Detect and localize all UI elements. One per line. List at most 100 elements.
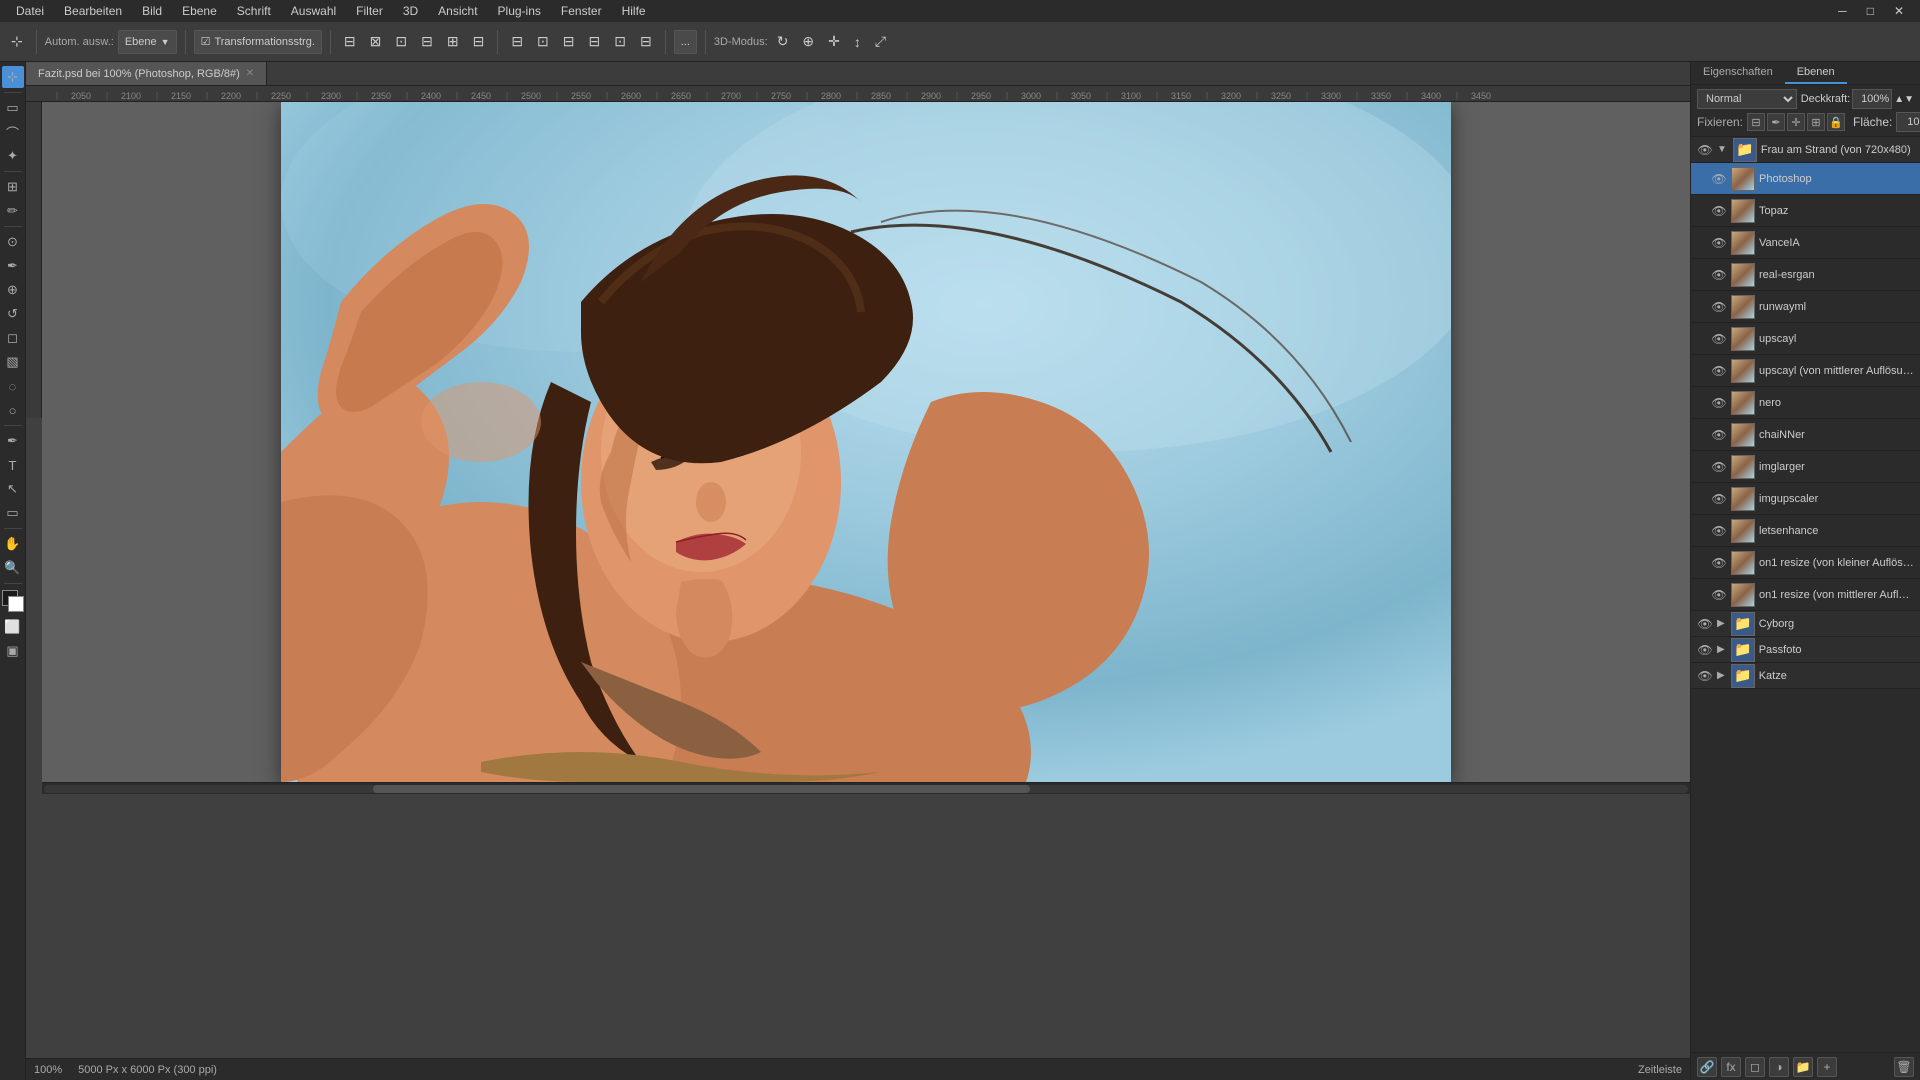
layer-eye-letsenhance[interactable]: 👁 (1711, 523, 1727, 539)
layer-group-frau[interactable]: 👁 ▼ 📁 Frau am Strand (von 720x480) (1691, 137, 1920, 163)
gradient-tool[interactable]: ▧ (2, 351, 24, 373)
layer-eye-runwayml[interactable]: 👁 (1711, 299, 1727, 315)
3d-scale-btn[interactable]: ⤢ (870, 28, 891, 56)
layer-eye-topaz[interactable]: 👁 (1711, 203, 1727, 219)
timeline-label[interactable]: Zeitleiste (1638, 1064, 1682, 1076)
layer-group-cyborg[interactable]: 👁 ▶ 📁 Cyborg (1691, 611, 1920, 637)
layer-group-passfoto[interactable]: 👁 ▶ 📁 Passfoto (1691, 637, 1920, 663)
foreground-color[interactable] (2, 590, 24, 612)
layer-eye-esrgan[interactable]: 👁 (1711, 267, 1727, 283)
layer-runwayml[interactable]: 👁 runwayml (1691, 291, 1920, 323)
3d-roll-btn[interactable]: ⊕ (797, 28, 819, 56)
menu-datei[interactable]: Datei (8, 2, 52, 20)
distribute-center-v-btn[interactable]: ⊡ (609, 28, 631, 56)
window-minimize[interactable]: ─ (1830, 2, 1855, 20)
menu-ansicht[interactable]: Ansicht (430, 2, 485, 20)
auto-select-dropdown[interactable]: Ebene ▼ (118, 30, 177, 54)
clone-tool[interactable]: ⊕ (2, 279, 24, 301)
lock-artboard-btn[interactable]: ⊞ (1807, 113, 1825, 131)
layer-eye-on1-k[interactable]: 👁 (1711, 555, 1727, 571)
layer-imglarger[interactable]: 👁 imglarger (1691, 451, 1920, 483)
layer-eye-imgupscaler[interactable]: 👁 (1711, 491, 1727, 507)
layer-eye-katze[interactable]: 👁 (1697, 668, 1713, 684)
canvas-viewport[interactable] (42, 102, 1690, 794)
add-adjustment-btn[interactable]: ◑ (1769, 1057, 1789, 1077)
lock-position-btn[interactable]: ✛ (1787, 113, 1805, 131)
menu-fenster[interactable]: Fenster (553, 2, 610, 20)
layer-photoshop[interactable]: 👁 Photoshop (1691, 163, 1920, 195)
opacity-input[interactable] (1852, 89, 1892, 109)
distribute-top-btn[interactable]: ⊟ (584, 28, 606, 56)
lock-transparent-btn[interactable]: ⊟ (1747, 113, 1765, 131)
layer-eye-upscayl[interactable]: 👁 (1711, 331, 1727, 347)
opacity-arrow[interactable]: ▲▼ (1894, 94, 1914, 105)
layer-eye-cyborg[interactable]: 👁 (1697, 616, 1713, 632)
layer-upscayl[interactable]: 👁 upscayl (1691, 323, 1920, 355)
add-link-btn[interactable]: 🔗 (1697, 1057, 1717, 1077)
lock-all-btn[interactable]: 🔒 (1827, 113, 1845, 131)
menu-bild[interactable]: Bild (134, 2, 170, 20)
type-tool[interactable]: T (2, 454, 24, 476)
add-mask-btn[interactable]: ◻ (1745, 1057, 1765, 1077)
layer-letsenhance[interactable]: 👁 letsenhance (1691, 515, 1920, 547)
align-bottom-btn[interactable]: ⊟ (468, 28, 490, 56)
layer-eye-chainner[interactable]: 👁 (1711, 427, 1727, 443)
hand-tool[interactable]: ✋ (2, 533, 24, 555)
menu-bearbeiten[interactable]: Bearbeiten (56, 2, 130, 20)
menu-ebene[interactable]: Ebene (174, 2, 225, 20)
move-tool[interactable]: ⊹ (2, 66, 24, 88)
add-fx-btn[interactable]: fx (1721, 1057, 1741, 1077)
layer-eye-upscayl-m[interactable]: 👁 (1711, 363, 1727, 379)
layer-real-esrgan[interactable]: 👁 real-esrgan (1691, 259, 1920, 291)
zoom-tool[interactable]: 🔍 (2, 557, 24, 579)
layer-group-katze[interactable]: 👁 ▶ 📁 Katze (1691, 663, 1920, 689)
lasso-tool[interactable]: ⌒ (2, 121, 24, 143)
scroll-thumb[interactable] (373, 785, 1031, 793)
shape-tool[interactable]: ▭ (2, 502, 24, 524)
menu-hilfe[interactable]: Hilfe (614, 2, 654, 20)
quick-mask-tool[interactable]: ⬜ (2, 616, 24, 638)
layer-eye-frau[interactable]: 👁 (1697, 142, 1713, 158)
move-tool-btn[interactable]: ⊹ (6, 28, 28, 56)
horizontal-scrollbar[interactable] (42, 782, 1690, 794)
more-options-btn[interactable]: ... (674, 30, 697, 54)
menu-filter[interactable]: Filter (348, 2, 391, 20)
lock-pixels-btn[interactable]: ✒ (1767, 113, 1785, 131)
layer-eye-nero[interactable]: 👁 (1711, 395, 1727, 411)
align-top-btn[interactable]: ⊟ (416, 28, 438, 56)
layer-on1-mittlerer[interactable]: 👁 on1 resize (von mittlerer Auflösung) (1691, 579, 1920, 611)
marquee-tool[interactable]: ▭ (2, 97, 24, 119)
blur-tool[interactable]: ◌ (2, 375, 24, 397)
layer-imgupscaler[interactable]: 👁 imgupscaler (1691, 483, 1920, 515)
distribute-bottom-btn[interactable]: ⊟ (635, 28, 657, 56)
layer-vanceia[interactable]: 👁 VanceIA (1691, 227, 1920, 259)
add-layer-btn[interactable]: + (1817, 1057, 1837, 1077)
layer-chainner[interactable]: 👁 chaiNNer (1691, 419, 1920, 451)
tab-ebenen[interactable]: Ebenen (1785, 62, 1847, 84)
3d-slide-btn[interactable]: ↕ (849, 28, 866, 56)
tab-close-btn[interactable]: ✕ (246, 68, 254, 79)
layer-eye-passfoto[interactable]: 👁 (1697, 642, 1713, 658)
heal-tool[interactable]: ⊙ (2, 231, 24, 253)
layer-eye-photoshop[interactable]: 👁 (1711, 171, 1727, 187)
distribute-center-h-btn[interactable]: ⊡ (532, 28, 554, 56)
pen-tool[interactable]: ✒ (2, 430, 24, 452)
window-maximize[interactable]: □ (1859, 2, 1882, 20)
layer-upscayl-mittlerer[interactable]: 👁 upscayl (von mittlerer Auflösung) (1691, 355, 1920, 387)
layer-on1-kleiner[interactable]: 👁 on1 resize (von kleiner Auflösung) (1691, 547, 1920, 579)
history-brush-tool[interactable]: ↺ (2, 303, 24, 325)
menu-schrift[interactable]: Schrift (229, 2, 279, 20)
delete-layer-btn[interactable]: 🗑 (1894, 1057, 1914, 1077)
path-select-tool[interactable]: ↖ (2, 478, 24, 500)
align-left-btn[interactable]: ⊟ (339, 28, 361, 56)
distribute-left-btn[interactable]: ⊟ (506, 28, 528, 56)
menu-auswahl[interactable]: Auswahl (283, 2, 344, 20)
screen-mode-btn[interactable]: ▣ (2, 640, 24, 662)
fill-input[interactable] (1896, 112, 1920, 132)
menu-3d[interactable]: 3D (395, 2, 426, 20)
crop-tool[interactable]: ⊞ (2, 176, 24, 198)
menu-plugins[interactable]: Plug-ins (490, 2, 549, 20)
tab-eigenschaften[interactable]: Eigenschaften (1691, 62, 1785, 84)
distribute-right-btn[interactable]: ⊟ (558, 28, 580, 56)
layer-nero[interactable]: 👁 nero (1691, 387, 1920, 419)
